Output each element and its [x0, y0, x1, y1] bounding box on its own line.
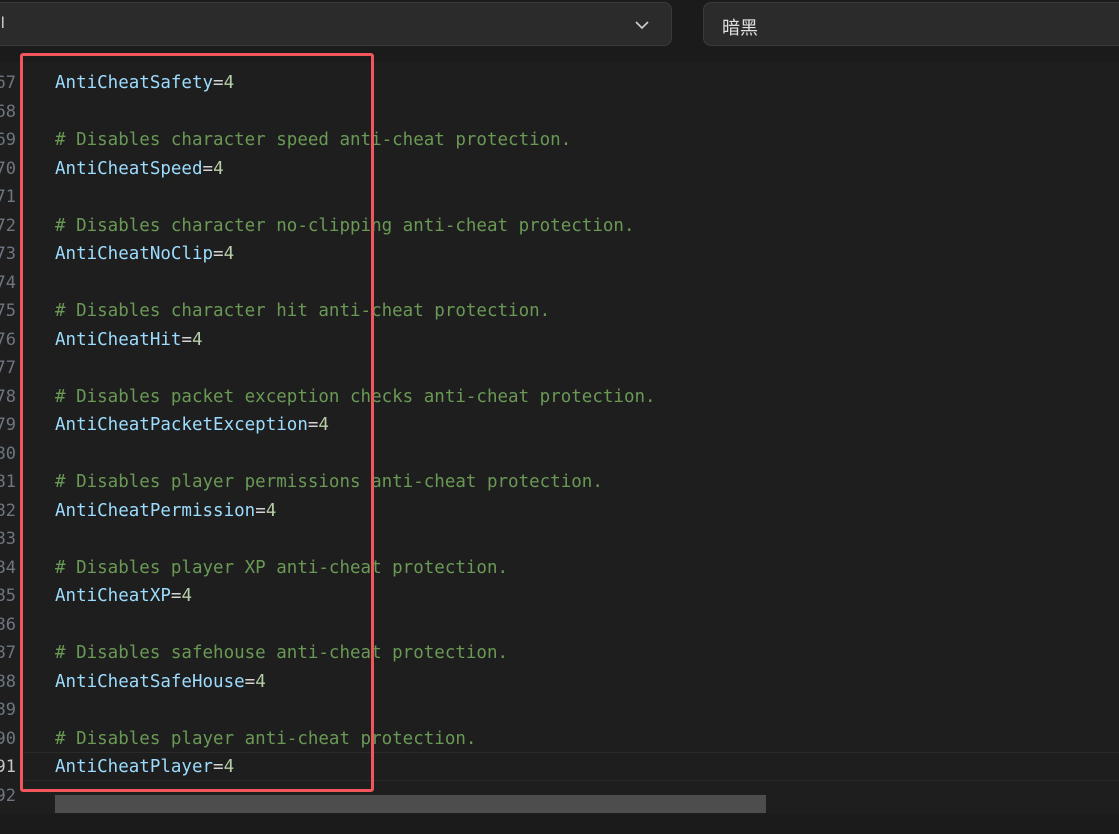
theme-select-value: 暗黑 — [722, 18, 758, 39]
file-select-value: l — [1, 15, 5, 32]
line-number: 84 — [0, 557, 16, 578]
line-number: 89 — [0, 700, 16, 720]
line-number: 69 — [0, 130, 16, 150]
line-number: 79 — [0, 415, 16, 435]
line-number: 88 — [0, 671, 16, 692]
line-number: 87 — [0, 643, 16, 663]
line-number: 70 — [0, 158, 16, 179]
line-number: 77 — [0, 358, 16, 378]
line-number: 67 — [0, 73, 16, 93]
line-number: 86 — [0, 614, 16, 635]
horizontal-scrollbar[interactable] — [55, 795, 766, 813]
chevron-down-icon — [635, 21, 649, 30]
theme-select-dropdown[interactable]: 暗黑 — [703, 2, 1119, 46]
file-select-dropdown[interactable]: l — [0, 2, 672, 46]
line-number: 76 — [0, 329, 16, 350]
line-number: 91 — [0, 757, 16, 777]
line-number: 75 — [0, 301, 16, 321]
line-number: 92 — [0, 785, 16, 806]
line-number: 73 — [0, 244, 16, 264]
line-number: 81 — [0, 472, 16, 492]
bottom-strip — [0, 814, 1119, 834]
line-number: 71 — [0, 187, 16, 207]
line-number-gutter: 67 68 69 70 71 72 73 74 75 76 77 78 79 80 81 82 83 84 85 86… — [0, 62, 20, 814]
line-number: 90 — [0, 728, 16, 749]
annotation-highlight-box — [20, 53, 374, 792]
line-number: 68 — [0, 101, 16, 122]
line-number: 82 — [0, 500, 16, 521]
line-number: 80 — [0, 443, 16, 464]
line-number: 74 — [0, 272, 16, 293]
line-number: 85 — [0, 586, 16, 606]
line-number: 83 — [0, 529, 16, 549]
line-number: 72 — [0, 215, 16, 236]
line-number: 78 — [0, 386, 16, 407]
